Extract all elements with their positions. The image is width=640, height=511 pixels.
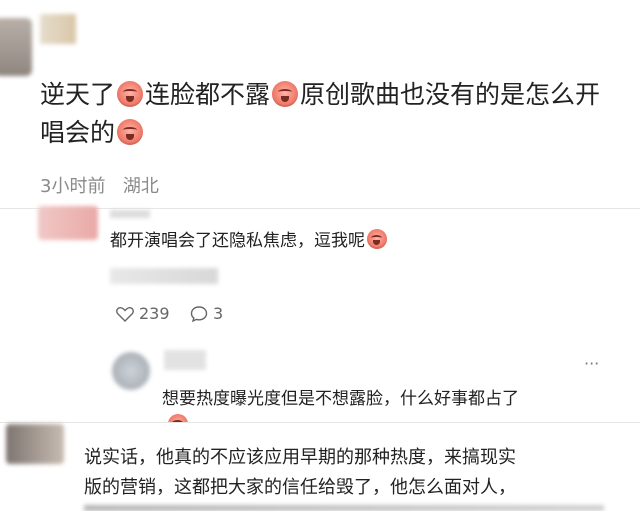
- reply-text-label: 都开演唱会了还隐私焦虑，逗我呢: [110, 231, 365, 251]
- post-text-line2-label: 唱会的: [40, 118, 116, 147]
- comment-button[interactable]: 3: [190, 304, 223, 323]
- comment2-line1: 说实话，他真的不应该应用早期的那种热度，来搞现实: [84, 447, 516, 468]
- comment2-line2: 版的营销，这都把大家的信任给毁了，他怎么面对人，: [84, 477, 516, 498]
- post-text-part1: 逆天了: [40, 80, 116, 109]
- post-time: 3小时前: [40, 176, 106, 197]
- username-blurred[interactable]: [40, 14, 76, 44]
- subreply-username-blurred[interactable]: [164, 350, 206, 370]
- like-count: 239: [139, 304, 170, 323]
- like-button[interactable]: 239: [116, 304, 170, 323]
- post-meta: 3小时前 湖北: [40, 172, 159, 198]
- avatar[interactable]: [0, 18, 32, 76]
- more-options-label: ···: [584, 354, 600, 373]
- crying-face-emoji-icon: [367, 229, 387, 249]
- reply-avatar[interactable]: [38, 206, 98, 240]
- comment-count: 3: [213, 304, 224, 323]
- post-text-part2: 连脸都不露: [145, 80, 271, 109]
- subreply-avatar[interactable]: [112, 352, 150, 390]
- comment2-line3-cutoff: [84, 505, 604, 511]
- heart-icon: [116, 306, 134, 322]
- divider: [0, 422, 640, 423]
- post-location: 湖北: [122, 176, 159, 197]
- reply-meta-blurred: [110, 268, 218, 284]
- post-text: 逆天了 连脸都不露 原创歌曲也没有的是怎么开: [40, 76, 640, 114]
- reply-text: 都开演唱会了还隐私焦虑，逗我呢: [110, 228, 389, 254]
- crying-face-emoji-icon: [117, 119, 144, 145]
- post-text-line2: 唱会的: [40, 114, 145, 152]
- crying-face-emoji-icon: [117, 81, 144, 107]
- comment-bubble-icon: [190, 305, 208, 322]
- comment2-avatar[interactable]: [6, 424, 64, 464]
- subreply-text: 想要热度曝光度但是不想露脸，什么好事都占了: [162, 389, 519, 409]
- crying-face-emoji-icon: [272, 81, 299, 107]
- post-text-part3: 原创歌曲也没有的是怎么开: [300, 80, 601, 109]
- reply-username-blurred[interactable]: [110, 210, 150, 218]
- crying-face-emoji-icon: [168, 414, 188, 422]
- more-options-icon[interactable]: ···: [584, 354, 599, 373]
